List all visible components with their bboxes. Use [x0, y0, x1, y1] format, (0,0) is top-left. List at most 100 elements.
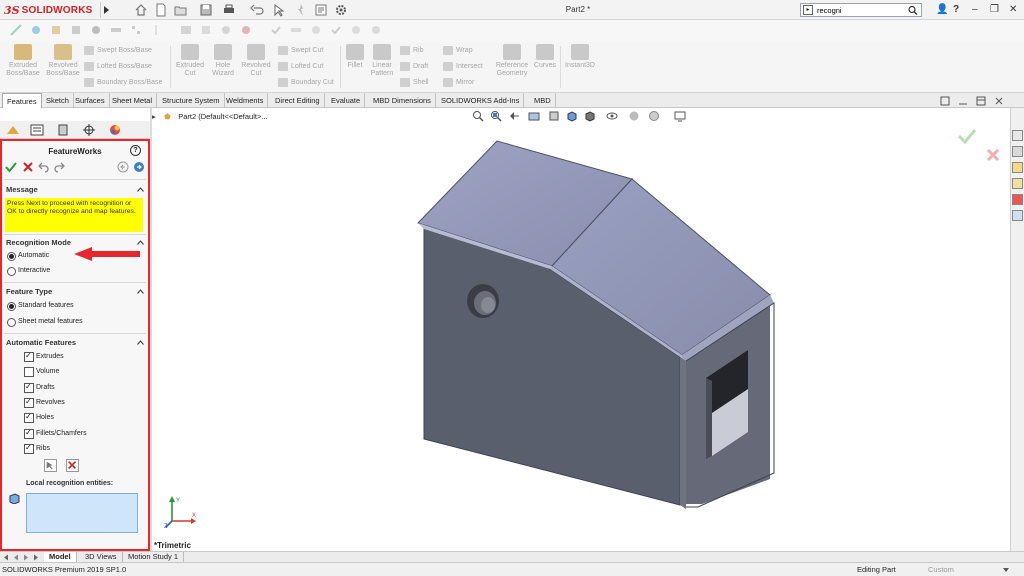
smart-dimension-icon[interactable] — [30, 24, 42, 36]
search-box[interactable]: ▸ — [800, 3, 922, 17]
tab-sheet-metal[interactable]: Sheet Metal — [108, 93, 158, 108]
interactive-radio[interactable]: Interactive — [7, 266, 50, 276]
view-palette-icon[interactable] — [1012, 178, 1023, 189]
boundary-boss-button[interactable]: Boundary Boss/Base — [84, 77, 162, 88]
tab-mbd[interactable]: MBD — [530, 93, 556, 108]
appearances-scenes-icon[interactable] — [1012, 194, 1023, 205]
save-icon[interactable] — [199, 3, 213, 17]
expand-arrow-icon[interactable]: ▸ — [152, 111, 162, 123]
motion-study-tab[interactable]: Motion Study 1 — [123, 552, 185, 562]
tab-surfaces[interactable]: Surfaces — [71, 93, 110, 108]
extruded-boss-button[interactable]: Extruded Boss/Base — [4, 44, 42, 78]
view-orientation-icon[interactable] — [566, 110, 578, 122]
extruded-cut-button[interactable]: Extruded Cut — [172, 44, 208, 78]
next-tab-arrow-icon[interactable] — [22, 554, 30, 561]
hole-wizard-button[interactable]: Hole Wizard — [206, 44, 240, 78]
instant3d-button[interactable]: Instant3D — [562, 44, 598, 70]
graphics-area[interactable]: ▸ ⬟ Part2 (Default<<Default>... Y X Z *T… — [152, 108, 1010, 551]
verify-icon[interactable] — [330, 24, 342, 36]
drafts-checkbox[interactable]: Drafts — [24, 382, 55, 393]
unit-system[interactable]: Custom — [928, 565, 954, 574]
feature-type-header[interactable]: Feature Type — [6, 286, 144, 298]
restore-button[interactable]: ❐ — [990, 4, 999, 15]
select-all-button[interactable] — [44, 459, 57, 472]
ok-confirmation-corner-icon[interactable] — [958, 128, 976, 144]
solidworks-logo[interactable]: 3S SOLIDWORKS — [4, 3, 93, 17]
new-document-icon[interactable] — [154, 3, 168, 17]
zoom-to-fit-icon[interactable] — [472, 110, 484, 122]
menu-expand-arrow-icon[interactable] — [100, 2, 110, 18]
minimize-button[interactable]: – — [972, 4, 978, 15]
local-recognition-entities-list[interactable] — [26, 493, 138, 533]
linear-pattern-button[interactable]: Linear Pattern — [366, 44, 398, 78]
mirror-icon[interactable] — [150, 24, 162, 36]
standard-features-radio[interactable]: Standard features — [7, 301, 74, 311]
automatic-radio[interactable]: Automatic — [7, 251, 49, 261]
ok-checkmark-icon[interactable] — [5, 161, 17, 173]
collapse-caret-icon[interactable] — [137, 240, 144, 245]
flyout-tree[interactable]: ▸ ⬟ Part2 (Default<<Default>... — [152, 111, 268, 123]
search-scope-icon[interactable]: ▸ — [803, 5, 813, 15]
boundary-cut-button[interactable]: Boundary Cut — [278, 77, 334, 88]
revolves-checkbox[interactable]: Revolves — [24, 397, 65, 408]
unit-dropdown-icon[interactable] — [1002, 566, 1010, 574]
sketch-icon[interactable] — [10, 24, 22, 36]
mirror-button[interactable]: Mirror — [443, 77, 474, 88]
revolved-cut-button[interactable]: Revolved Cut — [238, 44, 274, 78]
feature-icon[interactable] — [50, 24, 62, 36]
swept-cut-button[interactable]: Swept Cut — [278, 45, 323, 56]
minimize-window-icon[interactable] — [958, 96, 968, 106]
display-manager-tab-icon[interactable] — [106, 123, 124, 137]
first-tab-arrow-icon[interactable] — [2, 554, 10, 561]
tab-structure-system[interactable]: Structure System — [158, 93, 225, 108]
appearance-icon[interactable] — [240, 24, 252, 36]
collapse-caret-icon[interactable] — [137, 340, 144, 345]
previous-tab-arrow-icon[interactable] — [12, 554, 20, 561]
display-icon[interactable] — [180, 24, 192, 36]
tools-icon[interactable] — [220, 24, 232, 36]
featuremanager-tab-icon[interactable] — [4, 123, 22, 137]
shell-button[interactable]: Shell — [400, 77, 429, 88]
fillet-button[interactable]: Fillet — [343, 44, 367, 70]
search-input[interactable] — [817, 5, 903, 15]
fillets-chamfers-checkbox[interactable]: Fillets/Chamfers — [24, 428, 87, 439]
sheet-metal-features-radio[interactable]: Sheet metal features — [7, 317, 83, 327]
message-section-header[interactable]: Message — [6, 184, 144, 196]
open-icon[interactable] — [174, 3, 188, 17]
zoom-to-area-icon[interactable] — [490, 110, 502, 122]
custom-properties-icon[interactable] — [1012, 210, 1023, 221]
pm-help-button[interactable]: ? — [130, 145, 141, 156]
tab-mbd-dimensions[interactable]: MBD Dimensions — [369, 93, 436, 108]
tab-solidworks-add-ins[interactable]: SOLIDWORKS Add-Ins — [437, 93, 525, 108]
pattern-icon[interactable] — [130, 24, 142, 36]
volume-checkbox[interactable]: Volume — [24, 367, 59, 377]
collapse-caret-icon[interactable] — [137, 187, 144, 192]
cancel-x-icon[interactable] — [22, 161, 34, 173]
solidworks-resources-icon[interactable] — [1012, 130, 1023, 141]
user-icon[interactable]: 👤 — [936, 4, 948, 15]
dynamic-annotation-icon[interactable] — [548, 110, 560, 122]
tab-evaluate[interactable]: Evaluate — [327, 93, 366, 108]
select-icon[interactable] — [272, 3, 286, 17]
feature-alt-icon[interactable] — [70, 24, 82, 36]
next-arrow-icon[interactable] — [133, 161, 145, 173]
clear-all-button[interactable] — [66, 459, 79, 472]
3d-views-tab[interactable]: 3D Views — [80, 552, 123, 562]
rebuild-icon[interactable] — [294, 3, 308, 17]
reference-geometry-button[interactable]: Reference Geometry — [494, 44, 530, 78]
draft-button[interactable]: Draft — [400, 61, 428, 72]
search-icon[interactable] — [907, 5, 919, 16]
file-properties-icon[interactable] — [314, 3, 328, 17]
display-alt-icon[interactable] — [200, 24, 212, 36]
display-style-icon[interactable] — [584, 110, 596, 122]
stop-icon[interactable] — [350, 24, 362, 36]
propertymanager-tab-icon[interactable] — [28, 123, 46, 137]
swept-boss-button[interactable]: Swept Boss/Base — [84, 45, 152, 56]
tab-sketch[interactable]: Sketch — [42, 93, 74, 108]
check-icon[interactable] — [270, 24, 282, 36]
tile-window-icon[interactable] — [976, 96, 986, 106]
automatic-features-header[interactable]: Automatic Features — [6, 337, 144, 349]
options-gear-icon[interactable] — [334, 3, 348, 17]
previous-view-icon[interactable] — [508, 110, 520, 122]
measure-icon[interactable] — [290, 24, 302, 36]
